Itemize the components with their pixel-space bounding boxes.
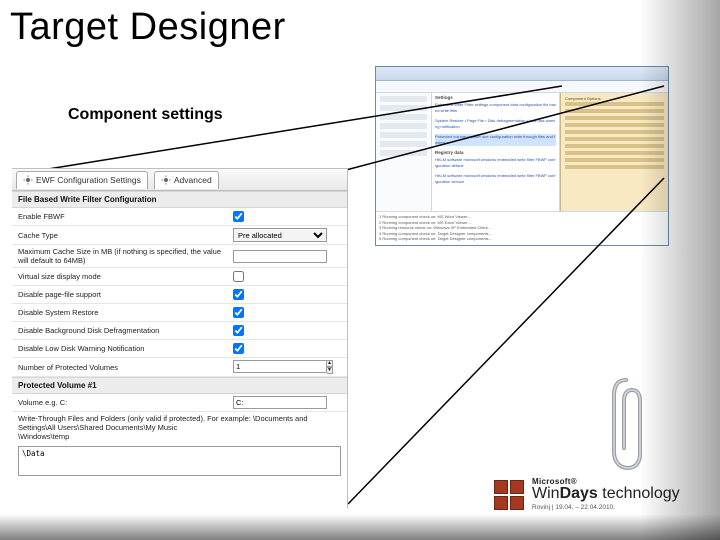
row-num-volumes: Number of Protected Volumes ▲▼	[12, 358, 347, 377]
paperclip-icon	[606, 372, 646, 472]
ide-titlebar	[376, 67, 668, 81]
logo-tiles-icon	[494, 480, 524, 510]
gear-icon	[23, 175, 33, 185]
setting-label: Cache Type	[18, 231, 233, 240]
row-virtual-size: Virtual size display mode	[12, 268, 347, 286]
ide-output-pane: 1 Running component check on: MS Word Vi…	[376, 211, 668, 245]
windays-logo: Microsoft® WinDays technology Rovinj | 1…	[494, 472, 694, 518]
setting-label: Disable System Restore	[18, 308, 233, 317]
row-disable-defrag: Disable Background Disk Defragmentation	[12, 322, 347, 340]
tabs: EWF Configuration Settings Advanced	[12, 169, 347, 191]
setting-label: Number of Protected Volumes	[18, 363, 233, 372]
tab-label: Advanced	[174, 175, 212, 185]
writethru-textarea[interactable]	[18, 446, 341, 476]
disable-pagefile-checkbox[interactable]	[233, 289, 244, 300]
ide-window: Settings Enhanced Write Filter settings …	[375, 66, 669, 246]
settings-panel: EWF Configuration Settings Advanced File…	[12, 168, 348, 508]
volume-input[interactable]	[233, 396, 327, 409]
spin-down[interactable]: ▼	[327, 367, 333, 374]
setting-label: Disable Low Disk Warning Notification	[18, 344, 233, 353]
gear-icon	[161, 175, 171, 185]
ide-log-line: 5 Running component check on: Target Des…	[379, 236, 665, 242]
row-disable-restore: Disable System Restore	[12, 304, 347, 322]
row-disable-lowdisk: Disable Low Disk Warning Notification	[12, 340, 347, 358]
setting-label: Disable page-file support	[18, 290, 233, 299]
tab-ewf-config[interactable]: EWF Configuration Settings	[16, 171, 148, 189]
slide-title: Target Designer	[10, 6, 286, 49]
row-max-cache: Maximum Cache Size in MB (if nothing is …	[12, 245, 347, 268]
disable-defrag-checkbox[interactable]	[233, 325, 244, 336]
row-enable-fbwf: Enable FBWF	[12, 208, 347, 226]
num-volumes-input[interactable]	[233, 360, 327, 373]
ide-mid-heading: Settings	[435, 95, 556, 100]
writethru-label: Write-Through Files and Folders (only va…	[18, 414, 341, 441]
ide-toolbar	[376, 81, 668, 93]
setting-label: Enable FBWF	[18, 212, 233, 221]
tab-label: EWF Configuration Settings	[36, 175, 141, 185]
setting-label: Virtual size display mode	[18, 272, 233, 281]
setting-label: Disable Background Disk Defragmentation	[18, 326, 233, 335]
ide-mid-heading-2: Registry data	[435, 150, 556, 155]
virtual-size-checkbox[interactable]	[233, 271, 244, 282]
row-disable-pagefile: Disable page-file support	[12, 286, 347, 304]
tab-advanced[interactable]: Advanced	[154, 171, 219, 189]
setting-label: Volume e.g. C:	[18, 398, 233, 407]
row-writethru-label: Write-Through Files and Folders (only va…	[12, 412, 347, 443]
logo-subline: Rovinj | 19.04. – 22.04.2010.	[532, 505, 680, 512]
disable-lowdisk-checkbox[interactable]	[233, 343, 244, 354]
section-volume1: Protected Volume #1	[12, 377, 347, 394]
cache-type-select[interactable]: Pre allocated	[233, 228, 327, 242]
logo-brand: WinDays technology	[532, 486, 680, 503]
slide-subtitle: Component settings	[68, 106, 223, 124]
section-fbwf: File Based Write Filter Configuration	[12, 191, 347, 208]
enable-fbwf-checkbox[interactable]	[233, 211, 244, 222]
disable-restore-checkbox[interactable]	[233, 307, 244, 318]
row-cache-type: Cache Type Pre allocated	[12, 226, 347, 245]
max-cache-input[interactable]	[233, 250, 327, 263]
spin-up[interactable]: ▲	[327, 360, 333, 367]
setting-label: Maximum Cache Size in MB (if nothing is …	[18, 247, 233, 265]
row-volume: Volume e.g. C:	[12, 394, 347, 412]
